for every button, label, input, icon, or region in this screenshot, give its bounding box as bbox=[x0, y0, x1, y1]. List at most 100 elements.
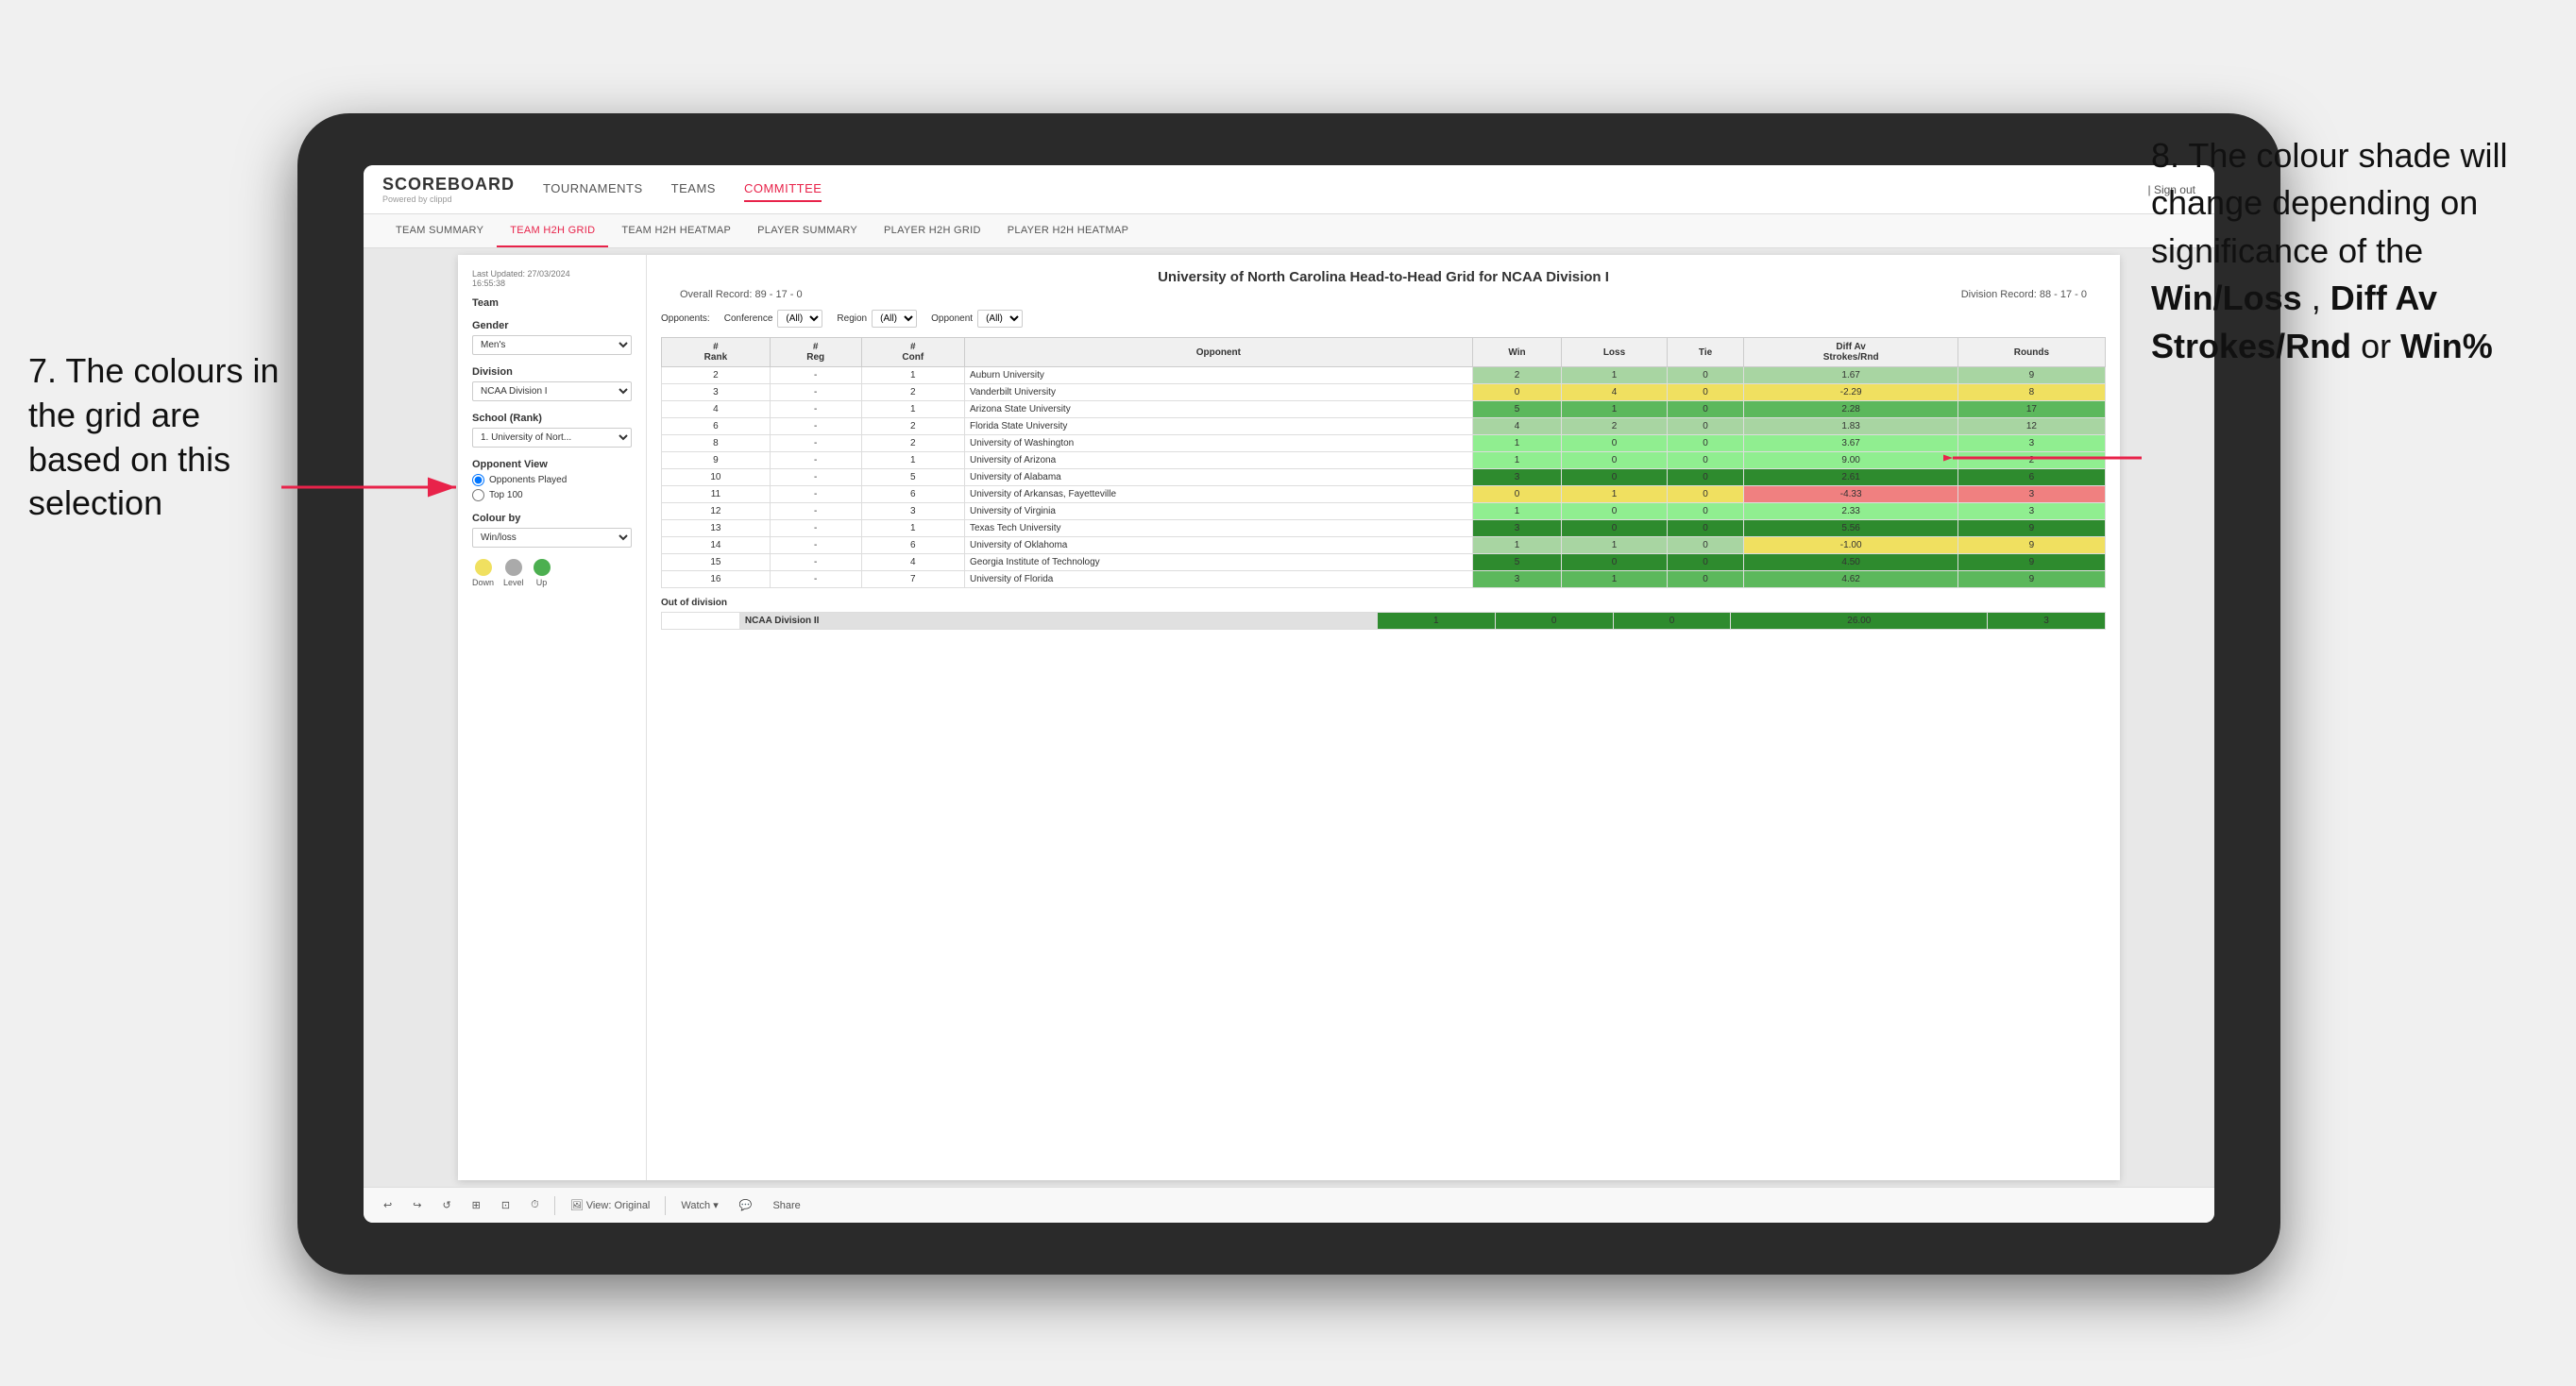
opponent-view-section: Opponent View Opponents Played Top 100 bbox=[472, 459, 632, 501]
table-row: 12 - 3 University of Virginia 1 0 0 2.33… bbox=[662, 503, 2106, 520]
watch-btn[interactable]: Watch ▾ bbox=[675, 1197, 723, 1213]
radio-opponents-played[interactable]: Opponents Played bbox=[472, 474, 632, 486]
cell-opponent: University of Arkansas, Fayetteville bbox=[965, 486, 1473, 503]
main-content: Last Updated: 27/03/2024 16:55:38 Team G… bbox=[364, 248, 2214, 1187]
comment-btn[interactable]: 💬 bbox=[734, 1197, 758, 1213]
out-of-division-table: NCAA Division II 1 0 0 26.00 3 bbox=[661, 612, 2106, 630]
cell-win: 4 bbox=[1472, 418, 1562, 435]
cell-opponent: Vanderbilt University bbox=[965, 384, 1473, 401]
legend-up: Up bbox=[534, 559, 551, 587]
cell-diff: 2.28 bbox=[1744, 401, 1957, 418]
nav-teams[interactable]: TEAMS bbox=[671, 177, 716, 202]
sub-nav-player-h2h-heatmap[interactable]: PLAYER H2H HEATMAP bbox=[994, 214, 1142, 247]
cell-win: 5 bbox=[1472, 401, 1562, 418]
cell-diff: 4.62 bbox=[1744, 571, 1957, 588]
view-original-btn[interactable]: 🖼 View: Original bbox=[565, 1197, 656, 1213]
cell-diff: -2.29 bbox=[1744, 384, 1957, 401]
school-select[interactable]: 1. University of Nort... bbox=[472, 428, 632, 448]
sub-nav: TEAM SUMMARY TEAM H2H GRID TEAM H2H HEAT… bbox=[364, 214, 2214, 248]
cell-rank: 9 bbox=[662, 452, 771, 469]
nav-tournaments[interactable]: TOURNAMENTS bbox=[543, 177, 643, 202]
cell-win: 1 bbox=[1472, 452, 1562, 469]
time-btn[interactable]: ⏱ bbox=[525, 1197, 545, 1213]
last-updated: Last Updated: 27/03/2024 16:55:38 bbox=[472, 269, 632, 288]
nav-items: TOURNAMENTS TEAMS COMMITTEE bbox=[543, 177, 2147, 202]
region-filter-select[interactable]: (All) bbox=[872, 310, 917, 328]
sub-nav-team-h2h-heatmap[interactable]: TEAM H2H HEATMAP bbox=[608, 214, 744, 247]
toolbar: ↩ ↪ ↺ ⊞ ⊡ ⏱ 🖼 View: Original Watch ▾ 💬 S… bbox=[364, 1187, 2214, 1223]
logo-area: SCOREBOARD Powered by clippd bbox=[382, 175, 515, 204]
col-reg: #Reg bbox=[770, 338, 861, 367]
division-select[interactable]: NCAA Division I bbox=[472, 381, 632, 401]
share-btn[interactable]: Share bbox=[767, 1198, 805, 1213]
cell-rank: 3 bbox=[662, 384, 771, 401]
cell-conf: 1 bbox=[861, 452, 964, 469]
data-table: #Rank #Reg #Conf Opponent Win Loss Tie D… bbox=[661, 337, 2106, 588]
col-diff: Diff AvStrokes/Rnd bbox=[1744, 338, 1957, 367]
sub-nav-player-h2h-grid[interactable]: PLAYER H2H GRID bbox=[871, 214, 994, 247]
cell-rank: 14 bbox=[662, 537, 771, 554]
colour-by-section: Colour by Win/loss bbox=[472, 513, 632, 548]
cell-tie: 0 bbox=[1667, 367, 1744, 384]
cell-div-loss: 0 bbox=[1495, 613, 1613, 630]
arrow-left bbox=[281, 468, 470, 506]
cell-tie: 0 bbox=[1667, 486, 1744, 503]
cell-rank: 4 bbox=[662, 401, 771, 418]
nav-committee[interactable]: COMMITTEE bbox=[744, 177, 822, 202]
col-tie: Tie bbox=[1667, 338, 1744, 367]
undo-btn[interactable]: ↩ bbox=[378, 1197, 398, 1213]
cell-diff: 2.61 bbox=[1744, 469, 1957, 486]
cell-rounds: 8 bbox=[1957, 384, 2105, 401]
sub-nav-player-summary[interactable]: PLAYER SUMMARY bbox=[744, 214, 871, 247]
cell-tie: 0 bbox=[1667, 435, 1744, 452]
division-record: Division Record: 88 - 17 - 0 bbox=[1961, 289, 2087, 300]
cell-tie: 0 bbox=[1667, 401, 1744, 418]
opponent-filter-select[interactable]: (All) bbox=[977, 310, 1023, 328]
cell-opponent: Arizona State University bbox=[965, 401, 1473, 418]
cell-opponent: Texas Tech University bbox=[965, 520, 1473, 537]
cell-rounds: 3 bbox=[1957, 486, 2105, 503]
grid-title: University of North Carolina Head-to-Hea… bbox=[661, 269, 2106, 285]
cell-rank: 11 bbox=[662, 486, 771, 503]
view-icon: 🖼 bbox=[570, 1200, 584, 1211]
col-rank: #Rank bbox=[662, 338, 771, 367]
cell-rank: 15 bbox=[662, 554, 771, 571]
cell-win: 1 bbox=[1472, 537, 1562, 554]
cell-loss: 0 bbox=[1562, 503, 1667, 520]
colour-by-select[interactable]: Win/loss bbox=[472, 528, 632, 548]
legend-up-dot bbox=[534, 559, 551, 576]
cell-conf: 2 bbox=[861, 384, 964, 401]
conference-filter-select[interactable]: (All) bbox=[777, 310, 822, 328]
sub-nav-team-h2h-grid[interactable]: TEAM H2H GRID bbox=[497, 214, 608, 247]
radio-top100[interactable]: Top 100 bbox=[472, 489, 632, 501]
cell-opponent: University of Florida bbox=[965, 571, 1473, 588]
cell-conf: 5 bbox=[861, 469, 964, 486]
legend-level-dot bbox=[505, 559, 522, 576]
cell-rounds: 17 bbox=[1957, 401, 2105, 418]
cell-diff: 5.56 bbox=[1744, 520, 1957, 537]
cell-conf: 2 bbox=[861, 418, 964, 435]
cell-diff: -4.33 bbox=[1744, 486, 1957, 503]
cell-reg: - bbox=[770, 503, 861, 520]
sub-nav-team-summary[interactable]: TEAM SUMMARY bbox=[382, 214, 497, 247]
cell-loss: 0 bbox=[1562, 435, 1667, 452]
col-opponent: Opponent bbox=[965, 338, 1473, 367]
cell-reg: - bbox=[770, 401, 861, 418]
crop-btn[interactable]: ⊡ bbox=[496, 1197, 516, 1213]
cell-tie: 0 bbox=[1667, 554, 1744, 571]
cell-reg: - bbox=[770, 537, 861, 554]
table-row: 8 - 2 University of Washington 1 0 0 3.6… bbox=[662, 435, 2106, 452]
top-nav: SCOREBOARD Powered by clippd TOURNAMENTS… bbox=[364, 165, 2214, 214]
cell-win: 3 bbox=[1472, 571, 1562, 588]
redo-btn[interactable]: ↪ bbox=[407, 1197, 427, 1213]
cell-rounds: 9 bbox=[1957, 571, 2105, 588]
cell-tie: 0 bbox=[1667, 469, 1744, 486]
cell-tie: 0 bbox=[1667, 452, 1744, 469]
toolbar-sep2 bbox=[665, 1196, 666, 1215]
settings-btn[interactable]: ⊞ bbox=[466, 1197, 486, 1213]
gender-select[interactable]: Men's bbox=[472, 335, 632, 355]
cell-tie: 0 bbox=[1667, 520, 1744, 537]
table-row: 9 - 1 University of Arizona 1 0 0 9.00 2 bbox=[662, 452, 2106, 469]
refresh-btn[interactable]: ↺ bbox=[436, 1197, 456, 1213]
cell-div-rounds: 3 bbox=[1988, 613, 2106, 630]
